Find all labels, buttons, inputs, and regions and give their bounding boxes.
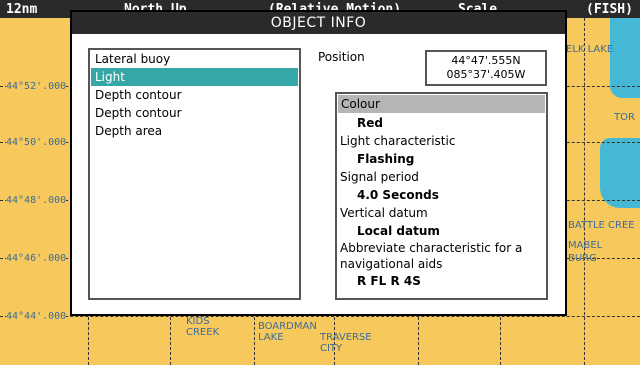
latitude-label: 44°50'.000 [6,137,67,148]
object-list-item[interactable]: Depth area [91,122,298,140]
latitude-label: 44°46'.000 [6,253,67,264]
object-list-item[interactable]: Depth contour [91,104,298,122]
place-label: KIDS CREEK [186,316,220,338]
object-list-item-selected[interactable]: Light [91,68,298,86]
object-info-dialog: OBJECT INFO Lateral buoy Light Depth con… [70,10,567,316]
attribute-name[interactable]: Light characteristic [337,132,546,150]
attribute-value: Local datum [357,224,440,238]
place-label: TRAVERSE CITY [320,332,372,354]
attribute-name[interactable]: Abbreviate characteristic for a navigati… [337,240,546,272]
place-label: MABEL [568,240,603,251]
grid-line [584,18,585,365]
place-label: BURG [568,253,597,264]
attribute-value: 4.0 Seconds [357,188,439,202]
position-label: Position [318,50,365,64]
object-list-item[interactable]: Lateral buoy [91,50,298,68]
latitude-label: 44°52'.000 [6,81,67,92]
place-label: ELK LAKE [566,44,614,55]
place-label: TOR [614,112,635,123]
longitude-value: 085°37'.405W [446,68,526,81]
latitude-label: 44°48'.000 [6,195,67,206]
latitude-label: 44°44'.000 [6,311,67,322]
position-readout: 44°47'.555N 085°37'.405W [425,50,547,86]
attribute-name[interactable]: Signal period [337,168,546,186]
attribute-list[interactable]: Colour Red Light characteristic Flashing… [335,92,548,300]
object-list-item[interactable]: Depth contour [91,86,298,104]
place-label: BATTLE CREE [568,220,635,231]
attribute-value: Flashing [357,152,415,166]
attribute-name[interactable]: Colour [338,95,545,113]
latitude-value: 44°47'.555N [451,54,521,67]
mode-readout: (FISH) [586,2,633,17]
range-readout: 12nm [6,2,38,17]
place-label: BOARDMAN LAKE [258,321,317,343]
water-area-east [600,138,640,208]
object-list[interactable]: Lateral buoy Light Depth contour Depth c… [88,48,301,300]
attribute-value: Red [357,116,383,130]
dialog-title: OBJECT INFO [72,12,565,34]
grid-line [0,316,640,317]
attribute-name[interactable]: Vertical datum [337,204,546,222]
attribute-value: R FL R 4S [357,274,421,288]
